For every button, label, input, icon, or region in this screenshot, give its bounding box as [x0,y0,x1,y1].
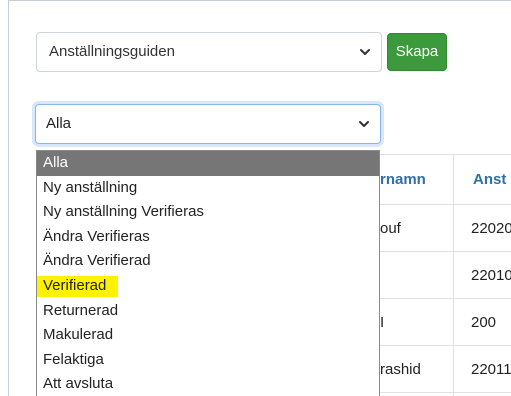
status-dropdown-list[interactable]: Alla Ny anställning Ny anställning Verif… [36,150,380,396]
dropdown-option-ny-anstallning[interactable]: Ny anställning [37,176,379,201]
table-header-row: rnamn Anst [378,154,511,205]
status-select[interactable]: Alla [35,104,381,144]
highlight-marker: Verifierad [37,275,119,297]
table-cell: 22011 [471,361,511,378]
table-cell: 200 [471,314,497,331]
dropdown-option-ny-anstallning-verifieras[interactable]: Ny anställning Verifieras [37,200,379,225]
column-header-employment[interactable]: Anst [473,155,506,205]
chevron-down-icon [359,121,369,127]
dropdown-option-andra-verifierad[interactable]: Ändra Verifierad [37,249,379,274]
guide-select-value: Anställningsguiden [49,43,175,60]
dropdown-option-verifierad[interactable]: Verifierad [37,274,379,299]
status-select-value: Alla [46,115,72,132]
create-button[interactable]: Skapa [387,33,447,71]
table-row[interactable]: rashid 22011 [378,346,511,393]
table-row[interactable]: ouf 22020 [378,205,511,252]
table-cell: I [380,314,385,331]
dropdown-option-andra-verifieras[interactable]: Ändra Verifieras [37,225,379,250]
dropdown-option-alla[interactable]: Alla [37,151,379,176]
table-cell: 22010 [471,267,511,284]
table-cell: 22020 [471,220,511,237]
column-header-name[interactable]: rnamn [380,155,426,205]
dropdown-option-felaktiga[interactable]: Felaktiga [37,348,379,373]
table-cell: ouf [380,220,401,237]
table-cell: rashid [380,361,421,378]
dropdown-option-att-avsluta[interactable]: Att avsluta [37,372,379,396]
guide-select[interactable]: Anställningsguiden [36,32,382,72]
dropdown-option-returnerad[interactable]: Returnerad [37,299,379,324]
chevron-down-icon [360,49,370,55]
table-row[interactable]: I 200 [378,299,511,346]
table-row[interactable]: 22010 [378,252,511,299]
dropdown-option-makulerad[interactable]: Makulerad [37,323,379,348]
